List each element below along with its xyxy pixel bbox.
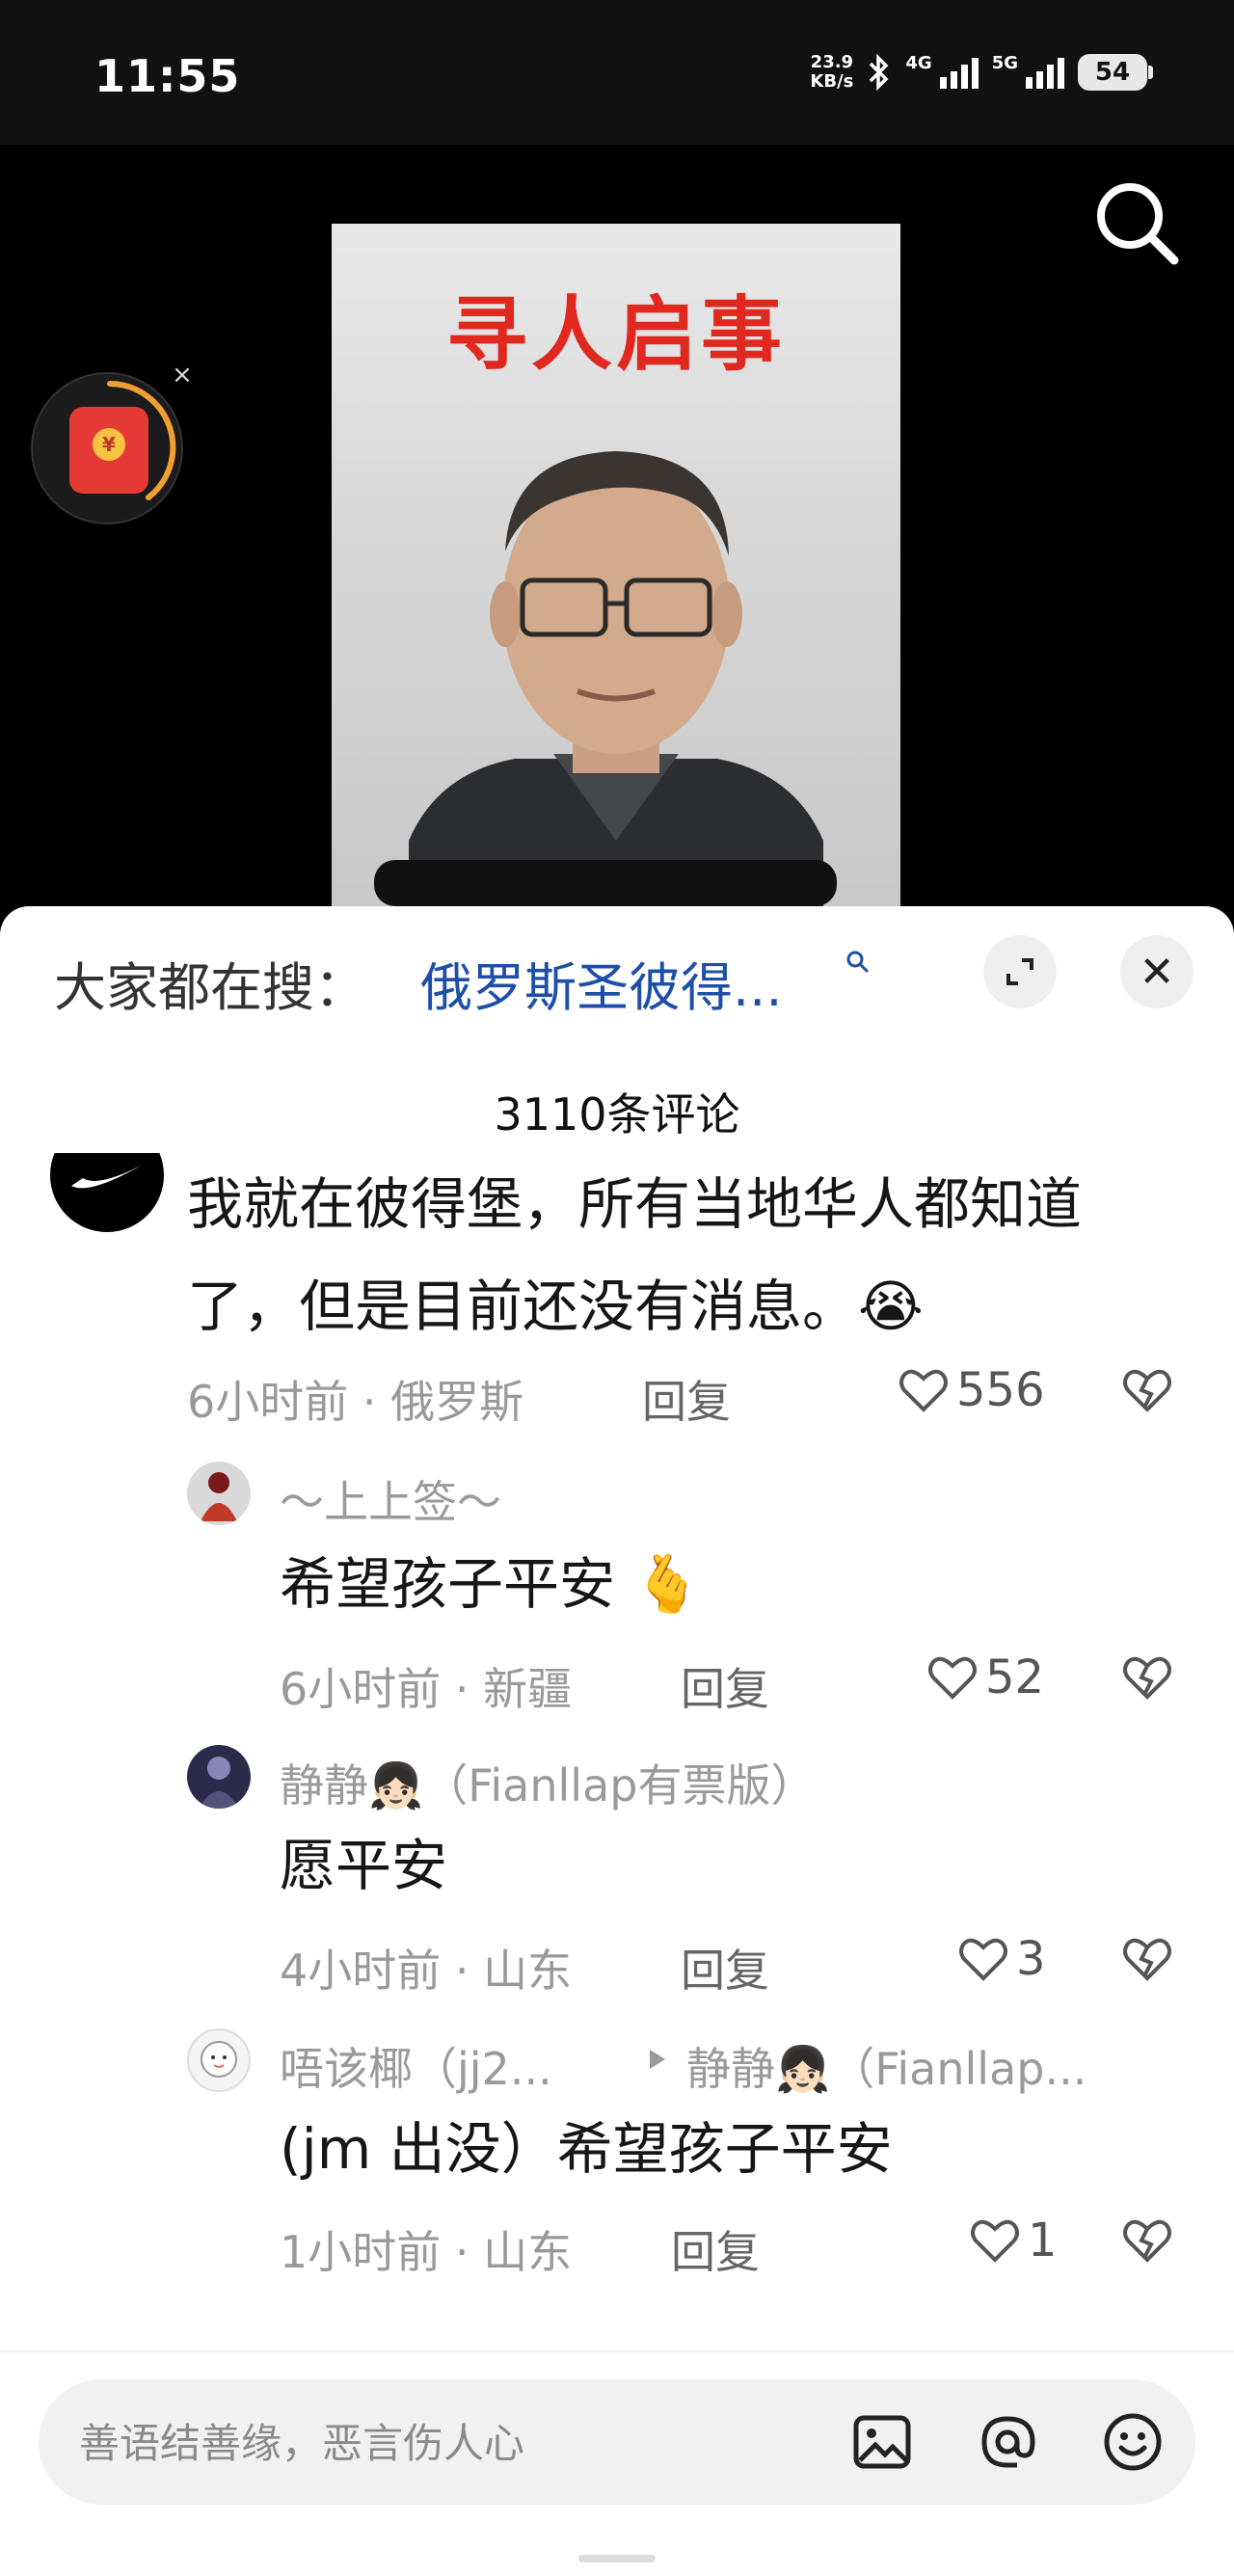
avatar[interactable] [187,2028,251,2092]
like-count: 556 [956,1363,1045,1417]
caption-redaction [374,860,837,906]
dislike-button[interactable] [1122,2217,1172,2267]
sim1-label: 4G [905,53,932,73]
comment-content: 我就在彼得堡，所有当地华人都知道了，但是目前还没有消息。😭 [187,1171,1083,1339]
reply-button[interactable]: 回复 [642,1367,731,1431]
comment-meta: 4小时前 · 山东 [280,1945,573,1997]
comment-meta: 1小时前 · 山东 [280,2226,573,2278]
heart-icon [928,1656,977,1700]
video-frame: 寻人启事 [332,224,900,918]
status-indicators: 23.9 KB/s 4G 5G 54 [810,52,1153,92]
comment-content: 希望孩子平安 🫰 [280,1551,703,1617]
comment-count: 3110条评论 [494,1088,740,1140]
broken-heart-icon [1123,1369,1171,1412]
search-icon [846,951,869,973]
red-packet-widget[interactable]: ¥ [31,372,183,524]
like-count: 52 [985,1650,1045,1704]
bluetooth-icon [870,54,889,91]
image-icon [853,2415,911,2469]
close-sheet-button[interactable]: ✕ [1120,935,1194,1008]
comment-input-bar [0,2350,1234,2576]
swoosh-logo-icon [71,1165,143,1189]
close-icon: ✕ [1139,947,1175,997]
video-player[interactable]: 寻人启事 ¥ × [0,145,1234,918]
reply-button[interactable]: 回复 [681,1936,769,1999]
reply-arrow-icon [650,2050,665,2069]
like-count: 1 [1028,2214,1058,2267]
heart-icon [971,2219,1019,2263]
comment-list[interactable]: 我就在彼得堡，所有当地华人都知道了，但是目前还没有消息。😭 6小时前 · 俄罗斯… [0,1153,1234,2289]
avatar[interactable] [187,1745,251,1809]
comment-content: (jm 出没）希望孩子平安 [280,2116,893,2182]
status-bar: 11:55 23.9 KB/s 4G 5G 54 [0,0,1234,145]
emoji-button[interactable] [1099,2408,1167,2476]
at-icon [981,2416,1035,2468]
avatar[interactable] [187,1462,251,1525]
reply-button[interactable]: 回复 [681,1654,769,1718]
sim2-label: 5G [991,53,1018,73]
reply-to-username[interactable]: 静静👧🏻（Fianllap... [686,2034,1086,2098]
broken-heart-icon [1123,1656,1171,1700]
comment-input[interactable] [77,2379,833,2507]
image-button[interactable] [848,2408,916,2476]
like-button[interactable]: 52 [927,1650,1044,1704]
dislike-button[interactable] [1122,1367,1172,1417]
username[interactable]: 静静👧🏻（Fianllap有票版） [280,1751,815,1814]
like-button[interactable]: 3 [958,1932,1046,1986]
network-speed: 23.9 KB/s [810,52,854,92]
emoji-icon [1104,2413,1162,2471]
expand-icon [1006,958,1033,985]
reply-button[interactable]: 回复 [671,2217,760,2281]
person-image [409,451,823,918]
comment-sheet: 大家都在搜： 俄罗斯圣彼得... ✕ 3110条评论 我就在彼得堡，所有当地华人… [0,906,1234,2576]
dislike-button[interactable] [1122,1936,1172,1986]
like-button[interactable]: 556 [899,1363,1045,1417]
heart-icon [959,1938,1007,1981]
broken-heart-icon [1123,2219,1171,2263]
comment-meta: 6小时前 · 俄罗斯 [187,1376,524,1428]
search-button[interactable] [1087,174,1184,270]
signal-icon [939,56,979,89]
home-indicator [578,2555,656,2563]
username[interactable]: ～上上签～ [280,1467,501,1531]
comment-input-container[interactable] [39,2379,1195,2507]
broken-heart-icon [1123,1938,1171,1981]
comment-meta: 6小时前 · 新疆 [280,1663,573,1715]
dislike-button[interactable] [1122,1654,1172,1704]
red-packet-close-button[interactable]: × [172,361,193,389]
username[interactable]: 唔该椰（jj2... [280,2034,552,2098]
poster-title: 寻人启事 [445,287,786,382]
battery-indicator: 54 [1078,54,1153,91]
search-icon [1097,183,1179,265]
trending-query-link[interactable]: 俄罗斯圣彼得... [420,945,783,1021]
mention-button[interactable] [974,2408,1041,2476]
trending-label: 大家都在搜： [54,957,366,1018]
status-time: 11:55 [94,50,241,102]
expand-button[interactable] [983,935,1057,1008]
comment-content: 愿平安 [280,1833,448,1898]
like-count: 3 [1016,1932,1046,1986]
like-button[interactable]: 1 [970,2214,1058,2267]
heart-icon [899,1369,948,1412]
signal-icon-2 [1026,56,1064,89]
avatar[interactable] [50,1153,164,1232]
red-envelope-icon: ¥ [69,407,148,494]
